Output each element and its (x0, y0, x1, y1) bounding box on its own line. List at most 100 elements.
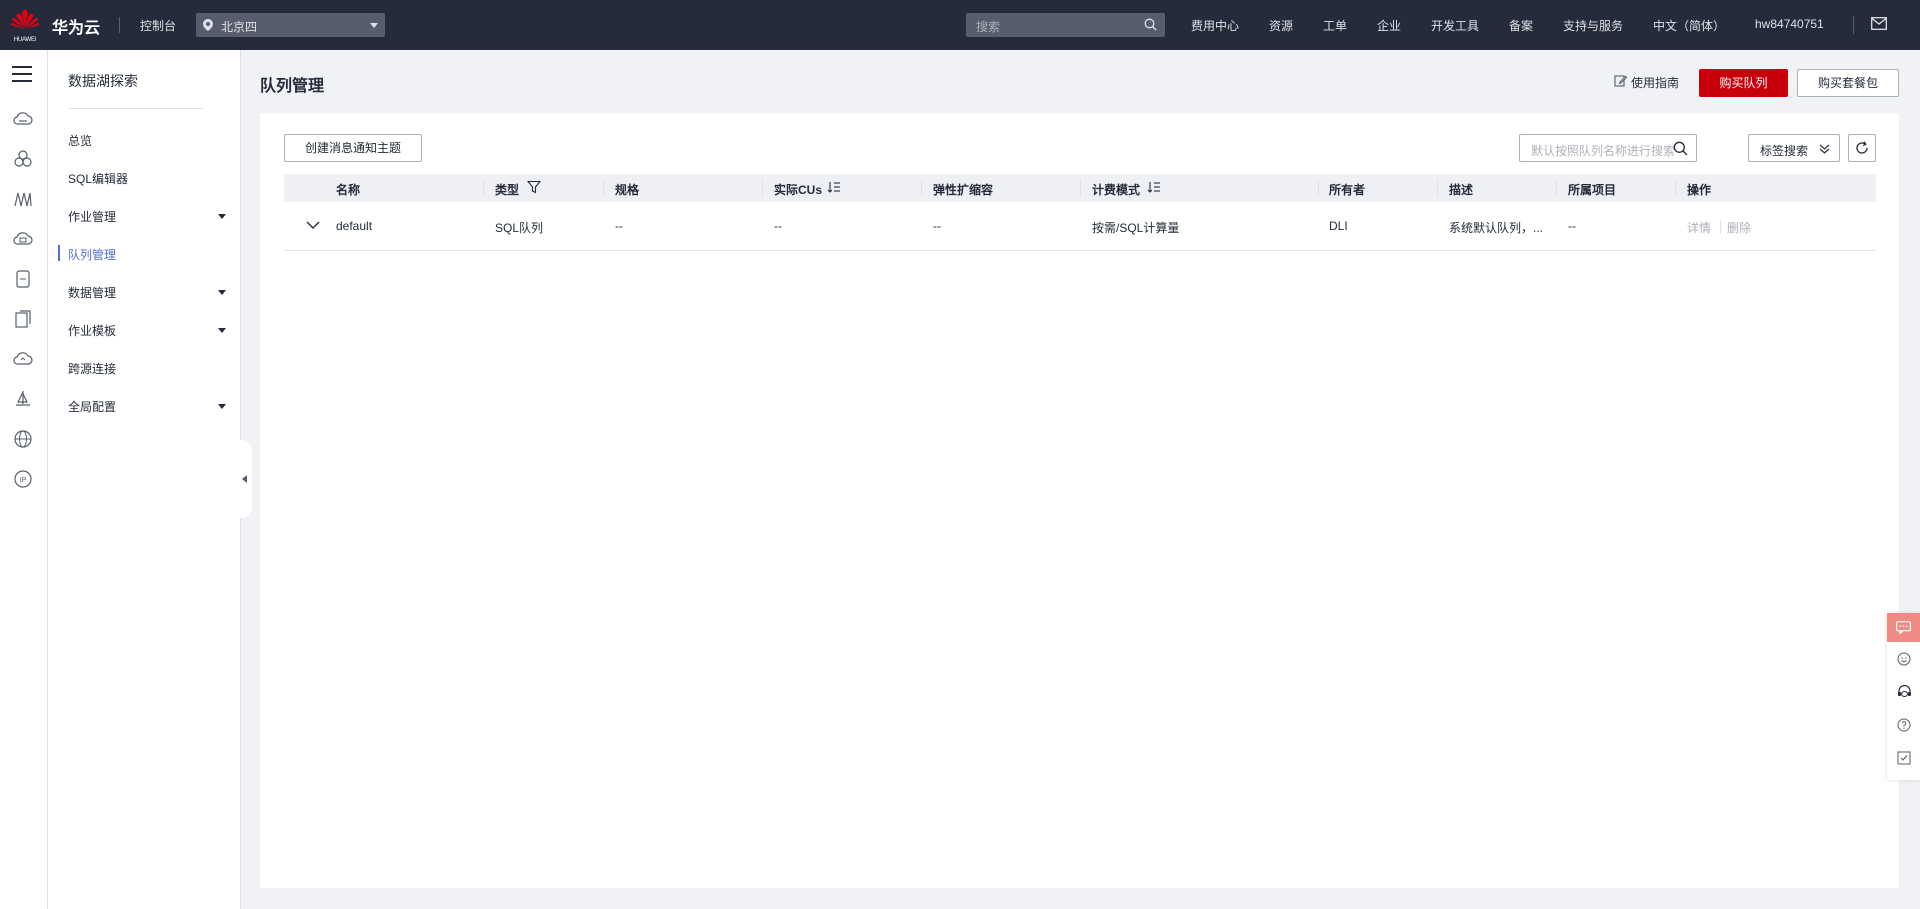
sort-icon[interactable] (827, 180, 841, 194)
sidebar-item-data-management[interactable]: 数据管理 (68, 284, 116, 301)
double-chevron-down-icon (1819, 144, 1830, 154)
global-search-input[interactable]: 搜索 (966, 13, 1165, 37)
region-selector[interactable]: 北京四 (196, 13, 385, 37)
logo-text: HUAWEI (13, 37, 37, 43)
sidebar-item-overview[interactable]: 总览 (68, 132, 92, 149)
huawei-logo[interactable]: HUAWEI (10, 8, 40, 43)
sort-icon[interactable] (1147, 180, 1161, 194)
console-link[interactable]: 控制台 (140, 17, 176, 34)
cell-elastic-scaling: -- (933, 219, 941, 233)
column-separator (1556, 180, 1557, 196)
column-separator (762, 180, 763, 196)
expand-row-icon[interactable] (306, 221, 320, 230)
service-sidebar: 数据湖探索 总览 SQL编辑器 作业管理 队列管理 数据管理 作业模板 跨源连接… (48, 50, 241, 909)
service-title: 数据湖探索 (68, 73, 138, 89)
nav-resources[interactable]: 资源 (1269, 17, 1293, 34)
buy-queue-button[interactable]: 购买队列 (1699, 69, 1788, 97)
nav-tickets[interactable]: 工单 (1323, 17, 1347, 34)
nav-icp-filing[interactable]: 备案 (1509, 17, 1533, 34)
cell-project: -- (1568, 219, 1576, 233)
refresh-button[interactable] (1848, 134, 1876, 162)
buy-package-button[interactable]: 购买套餐包 (1797, 69, 1899, 97)
top-bar: HUAWEI 华为云 控制台 北京四 搜索 费用中心 资源 工单 企业 开发工具… (0, 0, 1920, 50)
help-icon[interactable] (1897, 718, 1911, 732)
chevron-down-icon[interactable] (218, 214, 226, 219)
mail-icon[interactable] (1871, 17, 1887, 30)
cell-spec: -- (615, 219, 623, 233)
column-header-spec: 规格 (615, 183, 640, 197)
region-name: 北京四 (221, 20, 258, 34)
search-icon[interactable] (1144, 18, 1157, 31)
column-header-elastic-scaling: 弹性扩缩容 (933, 183, 994, 197)
cell-owner: DLI (1329, 219, 1348, 233)
feedback-chat-button[interactable] (1887, 613, 1920, 642)
sidebar-item-datasource-connections[interactable]: 跨源连接 (68, 360, 116, 377)
queue-search-input[interactable]: 默认按照队列名称进行搜索 (1519, 134, 1697, 162)
document-icon[interactable] (12, 308, 34, 330)
sidebar-item-job-management[interactable]: 作业管理 (68, 208, 116, 225)
huawei-logo-icon (11, 9, 39, 29)
chevron-down-icon[interactable] (218, 290, 226, 295)
chevron-down-icon (370, 23, 378, 28)
cell-description: 系统默认队列，... (1449, 221, 1544, 235)
column-header-project: 所属项目 (1568, 183, 1617, 197)
sidebar-item-queue-management[interactable]: 队列管理 (68, 246, 116, 263)
cloud-server-icon[interactable] (12, 108, 34, 130)
sidebar-item-sql-editor[interactable]: SQL编辑器 (68, 170, 128, 187)
sidebar-item-global-config[interactable]: 全局配置 (68, 398, 116, 415)
search-icon[interactable] (1673, 141, 1688, 156)
operation-separator (1720, 220, 1721, 234)
column-header-name[interactable]: 名称 (336, 181, 360, 198)
sidebar-item-job-templates[interactable]: 作业模板 (68, 322, 116, 339)
svg-text:IP: IP (20, 477, 27, 484)
column-header-billing-mode: 计费模式 (1092, 183, 1141, 197)
cell-actual-cus: -- (774, 219, 782, 233)
cell-billing-mode: 按需/SQL计算量 (1092, 221, 1180, 235)
sidebar-collapse-toggle[interactable] (240, 440, 252, 518)
globe-icon[interactable] (12, 428, 34, 450)
global-search-placeholder: 搜索 (976, 20, 1001, 34)
delete-link[interactable]: 删除 (1727, 219, 1751, 236)
smiley-icon[interactable] (1897, 652, 1911, 666)
cloud-storage-icon[interactable] (12, 228, 34, 250)
column-separator (603, 180, 604, 196)
location-pin-icon (203, 19, 213, 31)
customer-service-icon[interactable] (1897, 685, 1912, 699)
usage-guide-label: 使用指南 (1631, 76, 1680, 90)
column-separator (1437, 180, 1438, 196)
nav-dev-tools[interactable]: 开发工具 (1431, 17, 1479, 34)
column-separator (1318, 180, 1319, 196)
cell-queue-name[interactable]: default (336, 219, 372, 233)
cloud-sync-icon[interactable] (12, 348, 34, 370)
topbar-divider (1853, 16, 1854, 34)
create-notification-topic-button[interactable]: 创建消息通知主题 (284, 134, 422, 162)
column-separator (1675, 180, 1676, 196)
brand-name[interactable]: 华为云 (52, 14, 100, 38)
column-header-type: 类型 (495, 183, 520, 197)
chevron-left-icon (242, 475, 247, 483)
chevron-down-icon[interactable] (218, 404, 226, 409)
user-account[interactable]: hw84740751 (1755, 17, 1824, 31)
nav-support[interactable]: 支持与服务 (1563, 17, 1623, 34)
table-row: default SQL队列 -- -- -- 按需/SQL计算量 DLI 系统默… (284, 202, 1876, 251)
sailboat-icon[interactable] (12, 388, 34, 410)
chat-icon (1896, 621, 1911, 634)
detail-link[interactable]: 详情 (1687, 219, 1711, 236)
cluster-icon[interactable] (12, 148, 34, 170)
column-header-owner: 所有者 (1329, 183, 1366, 197)
nav-enterprise[interactable]: 企业 (1377, 17, 1401, 34)
edit-guide-icon (1614, 75, 1627, 87)
column-header-description: 描述 (1449, 183, 1474, 197)
menu-icon[interactable] (12, 66, 32, 82)
bridge-icon[interactable] (12, 188, 34, 210)
language-selector[interactable]: 中文（简体） (1653, 17, 1725, 34)
filter-icon[interactable] (527, 180, 541, 194)
database-icon[interactable] (12, 268, 34, 290)
checklist-icon[interactable] (1897, 751, 1911, 765)
nav-billing-center[interactable]: 费用中心 (1191, 17, 1239, 34)
column-separator (483, 180, 484, 196)
tag-search-dropdown[interactable]: 标签搜索 (1748, 134, 1840, 162)
chevron-down-icon[interactable] (218, 328, 226, 333)
queue-panel: 创建消息通知主题 默认按照队列名称进行搜索 标签搜索 名称 类型 规格 实际CU… (260, 113, 1899, 888)
ip-icon[interactable]: IP (12, 468, 34, 490)
